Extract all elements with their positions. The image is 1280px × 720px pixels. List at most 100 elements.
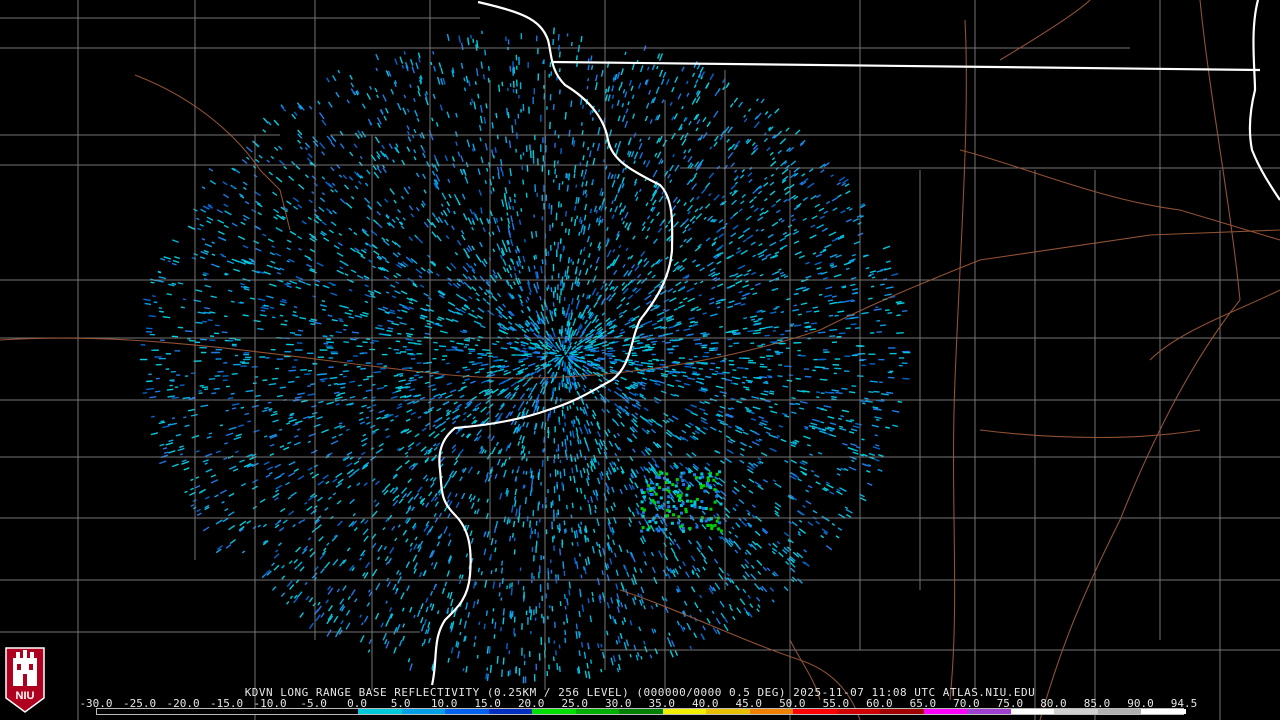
echo-pixel [639,568,643,574]
echo-pixel [424,332,431,336]
echo-pixel [714,582,721,590]
echo-pixel [724,507,728,511]
echo-pixel [651,457,657,464]
echo-pixel [819,378,828,381]
echo-pixel [702,335,708,338]
echo-pixel [335,331,342,334]
echo-pixel [462,213,468,221]
echo-pixel [469,361,475,363]
echo-pixel [712,514,717,519]
echo-pixel [223,193,230,199]
echo-pixel [395,465,403,472]
echo-pixel [327,314,333,317]
echo-pixel [585,333,590,338]
echo-pixel [764,380,769,383]
echo-pixel [442,209,448,217]
echo-pixel [473,642,476,647]
echo-pixel [718,410,724,414]
echo-pixel [384,555,389,562]
echo-pixel [643,475,647,479]
echo-pixel [294,333,302,336]
echo-pixel [222,379,228,382]
echo-pixel [525,471,528,475]
echo-pixel [690,320,694,323]
echo-pixel [572,318,577,326]
echo-pixel [337,478,344,484]
echo-pixel [475,68,479,77]
echo-pixel [420,267,426,272]
echo-pixel [495,217,499,223]
echo-pixel [643,466,648,471]
echo-pixel [286,260,290,263]
echo-pixel [656,137,661,144]
echo-pixel [440,203,444,207]
echo-pixel [275,484,283,490]
echo-pixel [569,454,573,462]
echo-pixel [295,286,302,290]
echo-pixel [618,86,621,91]
echo-pixel [199,384,204,387]
echo-pixel [342,174,348,180]
echo-pixel [801,173,806,177]
echo-pixel [520,302,524,307]
echo-pixel [845,190,851,195]
echo-pixel [457,151,461,157]
echo-pixel [224,508,229,512]
echo-pixel [319,568,325,574]
echo-pixel [291,113,297,120]
echo-pixel [524,497,527,505]
echo-pixel [728,300,735,304]
echo-pixel [464,368,471,371]
echo-pixel [276,394,283,398]
echo-pixel [398,498,404,504]
echo-pixel [590,65,594,71]
echo-pixel [880,324,886,327]
echo-pixel [203,311,211,314]
echo-pixel [430,496,435,503]
echo-pixel [758,438,763,442]
echo-pixel [808,168,814,173]
echo-pixel [289,332,296,334]
echo-pixel [586,320,592,328]
echo-pixel [664,224,669,229]
echo-pixel [229,465,237,470]
echo-pixel [451,448,457,454]
echo-pixel [493,370,498,373]
echo-pixel [567,312,571,321]
echo-pixel [359,557,362,561]
echo-pixel [509,168,512,177]
echo-pixel [163,451,169,455]
echo-pixel [528,291,532,296]
echo-pixel [583,174,586,180]
echo-pixel [490,190,493,195]
echo-pixel [447,513,451,519]
echo-pixel [790,567,796,573]
echo-pixel [692,565,697,572]
echo-pixel [417,52,421,59]
echo-pixel [811,427,816,430]
echo-pixel [425,304,430,307]
echo-pixel [771,221,779,227]
echo-pixel [463,248,468,254]
echo-pixel [297,235,303,240]
echo-pixel [455,640,458,647]
echo-pixel [759,211,765,216]
echo-pixel [472,38,475,43]
echo-pixel [279,314,284,317]
echo-pixel [377,324,383,327]
echo-pixel [446,207,451,213]
echo-pixel [380,367,387,370]
echo-pixel [482,297,487,302]
echo-pixel [820,534,825,539]
echo-pixel [761,585,768,593]
echo-pixel [393,274,398,279]
echo-pixel [614,205,619,213]
echo-pixel [507,217,510,225]
echo-pixel [608,440,614,447]
echo-pixel [295,276,304,281]
echo-pixel [591,597,595,603]
echo-pixel [430,61,433,66]
echo-pixel [673,538,677,543]
echo-pixel [143,298,151,302]
echo-pixel [228,492,235,497]
